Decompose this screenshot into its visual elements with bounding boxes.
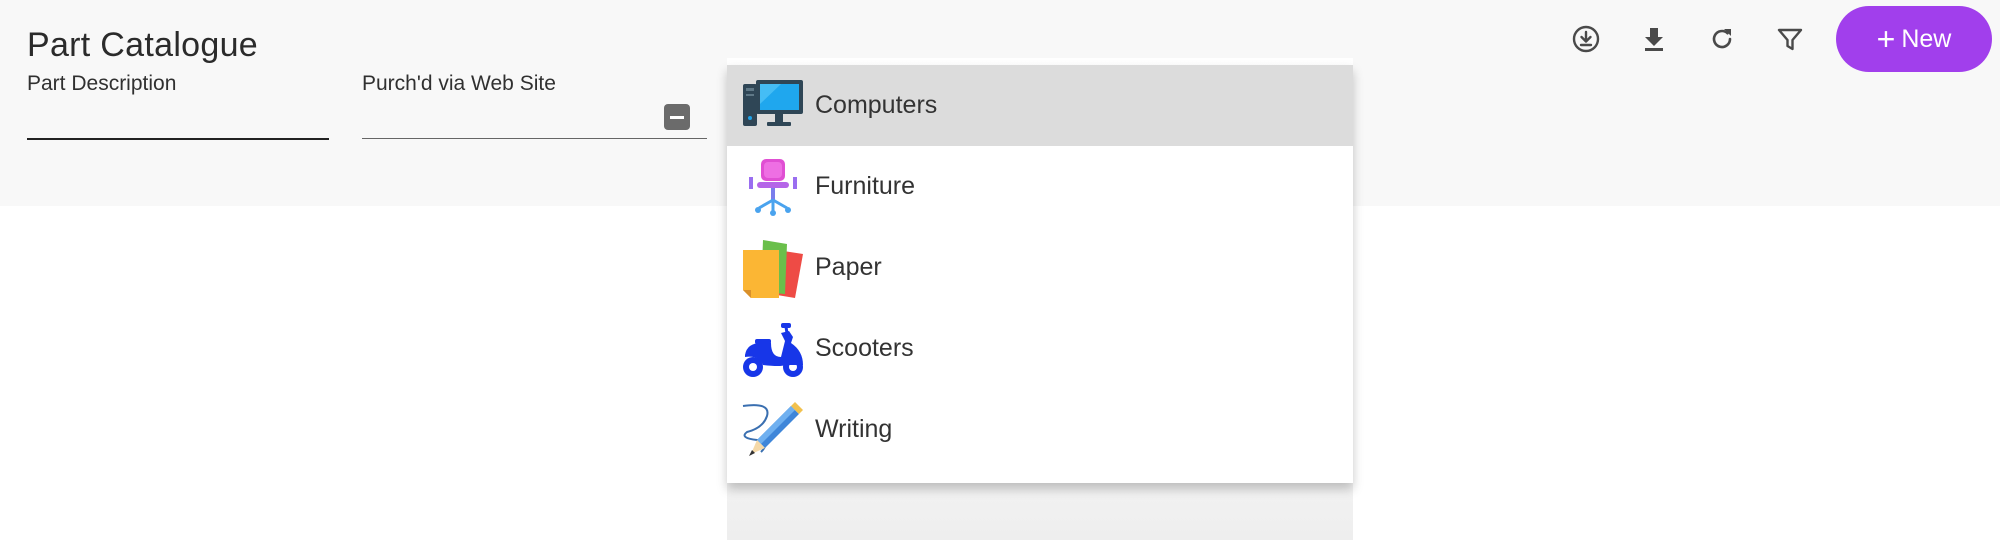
purchased-via-web-underline xyxy=(362,138,707,139)
dropdown-item-paper[interactable]: Paper xyxy=(727,227,1353,308)
page-title: Part Catalogue xyxy=(27,26,259,64)
paper-stack-icon xyxy=(741,236,805,300)
pencil-icon xyxy=(741,398,805,462)
scooter-icon xyxy=(741,317,805,381)
dropdown-item-furniture[interactable]: Furniture xyxy=(727,146,1353,227)
download-circle-icon xyxy=(1572,25,1600,53)
purchased-via-web-label: Purch'd via Web Site xyxy=(362,72,556,95)
office-chair-icon xyxy=(741,155,805,219)
refresh-icon xyxy=(1712,29,1732,49)
dropdown-item-label: Paper xyxy=(815,253,882,281)
dropdown-item-computers[interactable]: Computers xyxy=(727,65,1353,146)
part-catalogue-page: Part Catalogue Part Description Purch'd … xyxy=(0,0,2000,540)
new-button[interactable]: + New xyxy=(1836,6,1992,72)
plus-icon: + xyxy=(1876,21,1896,57)
part-description-underline xyxy=(27,138,329,140)
dropdown-item-label: Furniture xyxy=(815,172,916,200)
purchased-via-web-filter[interactable]: Purch'd via Web Site xyxy=(362,72,707,142)
part-description-filter[interactable]: Part Description xyxy=(27,72,329,142)
indeterminate-checkbox[interactable] xyxy=(664,104,690,130)
new-button-label: New xyxy=(1901,24,1952,53)
filter-button[interactable] xyxy=(1756,6,1824,72)
dropdown-item-scooters[interactable]: Scooters xyxy=(727,308,1353,389)
computer-icon xyxy=(741,74,805,138)
download-icon xyxy=(1645,28,1663,51)
download-button[interactable] xyxy=(1620,6,1688,72)
refresh-button[interactable] xyxy=(1688,6,1756,72)
dropdown-item-label: Writing xyxy=(815,415,893,443)
dropdown-item-writing[interactable]: Writing xyxy=(727,389,1353,470)
toolbar: + New xyxy=(1552,6,1992,72)
dropdown-item-label: Computers xyxy=(815,91,938,119)
filter-icon xyxy=(1777,28,1803,51)
part-description-label: Part Description xyxy=(27,72,177,95)
download-circle-button[interactable] xyxy=(1552,6,1620,72)
dropdown-item-label: Scooters xyxy=(815,334,914,362)
category-dropdown: Computers Furniture Paper Scooters Writi… xyxy=(727,65,1353,483)
